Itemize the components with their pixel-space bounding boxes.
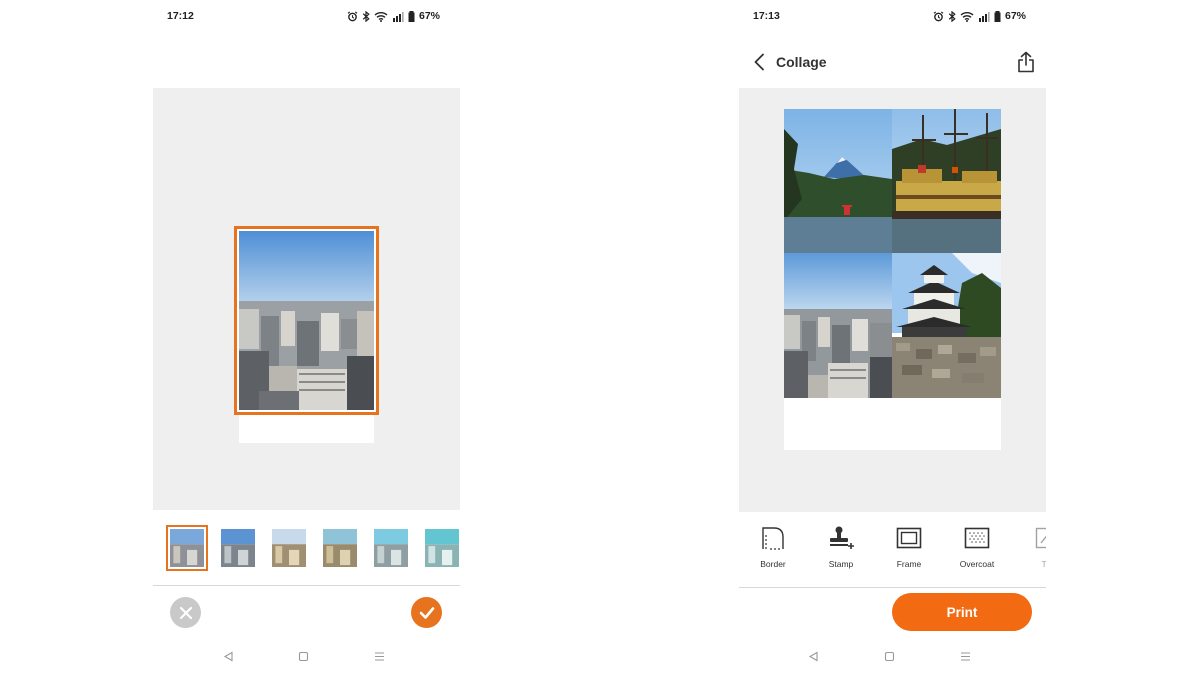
- tool-border-label: Border: [760, 559, 786, 569]
- filter-thumb-2[interactable]: [268, 525, 310, 571]
- wifi-icon: [374, 11, 388, 22]
- bluetooth-icon: [948, 10, 956, 22]
- tool-stamp-label: Stamp: [828, 559, 854, 569]
- chevron-left-icon: [754, 53, 764, 71]
- stamp-icon: [830, 526, 854, 549]
- status-bar: 17:13 67%: [753, 10, 1026, 24]
- tool-border[interactable]: Border: [748, 522, 798, 572]
- status-time: 17:13: [753, 10, 780, 22]
- text-icon: [1035, 527, 1046, 549]
- castle-photo[interactable]: [892, 253, 1001, 398]
- collage-screen: 17:13 67% Collage Border Stamp Frame Ove…: [739, 0, 1046, 675]
- frame-icon: [896, 527, 922, 549]
- tool-frame[interactable]: Frame: [884, 522, 934, 572]
- back-triangle-icon[interactable]: [220, 648, 236, 664]
- battery-icon: [994, 10, 1001, 22]
- home-square-icon[interactable]: [881, 648, 897, 664]
- recents-menu-icon[interactable]: [957, 648, 973, 664]
- photo-edit-screen: 17:12 67%: [153, 0, 460, 675]
- city-photo-tile[interactable]: [784, 253, 892, 398]
- filter-thumb-3[interactable]: [319, 525, 361, 571]
- selected-photo[interactable]: [234, 226, 379, 415]
- overcoat-icon: [964, 527, 990, 549]
- check-icon: [419, 606, 434, 619]
- bluetooth-icon: [362, 10, 370, 22]
- cancel-button[interactable]: [170, 597, 201, 628]
- home-square-icon[interactable]: [295, 648, 311, 664]
- page-title: Collage: [776, 54, 827, 70]
- status-time: 17:12: [167, 10, 194, 22]
- filter-thumb-4[interactable]: [370, 525, 412, 571]
- collage-canvas: [739, 88, 1046, 512]
- edit-canvas: [153, 88, 460, 510]
- filter-strip: [166, 525, 460, 571]
- signal-icon: [392, 11, 404, 22]
- filter-thumb-original[interactable]: [166, 525, 208, 571]
- alarm-icon: [933, 10, 944, 22]
- city-photo: [239, 231, 374, 410]
- battery-percent: 67%: [1004, 10, 1026, 22]
- tool-bar: Border Stamp Frame Overcoat Te: [739, 522, 1046, 574]
- wifi-icon: [960, 11, 974, 22]
- alarm-icon: [347, 10, 358, 22]
- filter-thumb-5[interactable]: [421, 525, 460, 571]
- recents-menu-icon[interactable]: [371, 648, 387, 664]
- battery-icon: [408, 10, 415, 22]
- app-header: Collage: [739, 48, 1046, 76]
- close-icon: [179, 606, 192, 619]
- system-nav-bar: [739, 648, 1046, 664]
- tool-overcoat-label: Overcoat: [959, 559, 995, 569]
- tool-text[interactable]: Te: [1021, 522, 1046, 572]
- back-triangle-icon[interactable]: [805, 648, 821, 664]
- tool-stamp[interactable]: Stamp: [816, 522, 866, 572]
- print-button[interactable]: Print: [892, 593, 1032, 631]
- share-icon: [1018, 51, 1034, 73]
- back-button[interactable]: [749, 51, 769, 73]
- confirm-button[interactable]: [411, 597, 442, 628]
- divider: [739, 587, 1046, 588]
- share-button[interactable]: [1014, 49, 1038, 75]
- filter-thumb-1[interactable]: [217, 525, 259, 571]
- border-icon: [762, 527, 784, 550]
- lake-fuji-photo[interactable]: [784, 109, 892, 253]
- tool-overcoat[interactable]: Overcoat: [952, 522, 1002, 572]
- tool-frame-label: Frame: [896, 559, 922, 569]
- collage-grid: [784, 109, 1001, 398]
- battery-percent: 67%: [418, 10, 440, 22]
- signal-icon: [978, 11, 990, 22]
- divider: [153, 585, 460, 586]
- system-nav-bar: [153, 648, 460, 664]
- pirate-ship-photo[interactable]: [892, 109, 1001, 253]
- tool-text-label: Te: [1041, 559, 1047, 569]
- print-paper: [784, 109, 1001, 450]
- status-bar: 17:12 67%: [167, 10, 440, 24]
